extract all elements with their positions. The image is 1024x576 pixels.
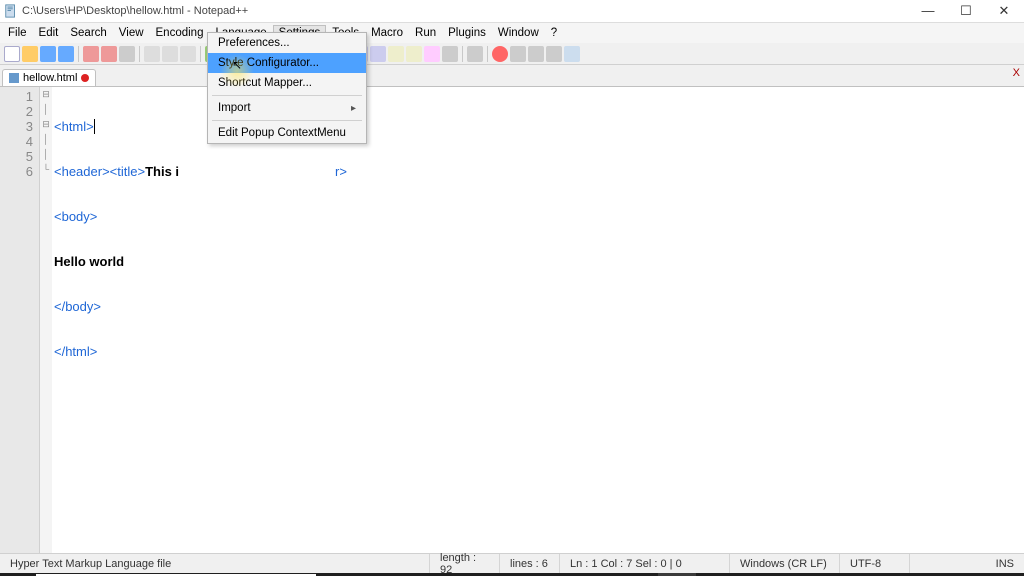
copy-icon[interactable]	[162, 46, 178, 62]
close-file-icon[interactable]	[83, 46, 99, 62]
cut-icon[interactable]	[144, 46, 160, 62]
open-icon[interactable]	[22, 46, 38, 62]
settings-dropdown: Preferences... Style Configurator... Sho…	[207, 32, 367, 144]
map-icon[interactable]	[442, 46, 458, 62]
status-lines: lines : 6	[500, 554, 560, 573]
monitor-icon[interactable]	[467, 46, 483, 62]
submenu-arrow-icon: ▸	[351, 103, 356, 114]
toolbar-separator	[487, 46, 488, 62]
statusbar: Hyper Text Markup Language file length :…	[0, 553, 1024, 573]
toolbar-separator	[78, 46, 79, 62]
menu-encoding[interactable]: Encoding	[150, 25, 210, 41]
menu-edit-contextmenu[interactable]: Edit Popup ContextMenu	[208, 123, 366, 143]
status-position: Ln : 1 Col : 7 Sel : 0 | 0	[560, 554, 730, 573]
new-icon[interactable]	[4, 46, 20, 62]
save-icon[interactable]	[40, 46, 56, 62]
code-area[interactable]: <html> <header><title>This ixxxxxxxxxxxx…	[52, 87, 1024, 553]
file-type-icon	[9, 73, 19, 83]
menubar: File Edit Search View Encoding Language …	[0, 23, 1024, 43]
indent-icon[interactable]	[370, 46, 386, 62]
window-title: C:\Users\HP\Desktop\hellow.html - Notepa…	[22, 5, 918, 17]
menu-separator	[212, 95, 362, 96]
status-filetype: Hyper Text Markup Language file	[0, 554, 430, 573]
menu-plugins[interactable]: Plugins	[442, 25, 492, 41]
doc-icon[interactable]	[406, 46, 422, 62]
paste-icon[interactable]	[180, 46, 196, 62]
toolbar-separator	[200, 46, 201, 62]
toolbar-separator	[462, 46, 463, 62]
tabbar-close-icon[interactable]: X	[1013, 67, 1020, 79]
file-tab[interactable]: hellow.html	[2, 69, 96, 86]
status-length: length : 92	[430, 554, 500, 573]
fold-column[interactable]: ⊟│⊟││└	[40, 87, 52, 553]
status-encoding: UTF-8	[840, 554, 910, 573]
maximize-button[interactable]: ☐	[956, 3, 976, 19]
savemacro-icon[interactable]	[564, 46, 580, 62]
save-all-icon[interactable]	[58, 46, 74, 62]
editor[interactable]: 123456 ⊟│⊟││└ <html> <header><title>This…	[0, 87, 1024, 553]
menu-help[interactable]: ?	[545, 25, 563, 41]
tabbar: hellow.html X	[0, 65, 1024, 87]
menu-edit[interactable]: Edit	[33, 25, 65, 41]
folder-icon[interactable]	[388, 46, 404, 62]
toolbar	[0, 43, 1024, 65]
menu-file[interactable]: File	[2, 25, 33, 41]
menu-preferences[interactable]: Preferences...	[208, 33, 366, 53]
close-button[interactable]: ✕	[994, 3, 1014, 19]
funclist-icon[interactable]	[424, 46, 440, 62]
print-icon[interactable]	[119, 46, 135, 62]
menu-shortcut-mapper[interactable]: Shortcut Mapper...	[208, 73, 366, 93]
menu-search[interactable]: Search	[64, 25, 112, 41]
tab-label: hellow.html	[23, 72, 77, 84]
playmulti-icon[interactable]	[546, 46, 562, 62]
menu-separator	[212, 120, 362, 121]
line-gutter: 123456	[0, 87, 40, 553]
status-eol: Windows (CR LF)	[730, 554, 840, 573]
app-icon	[4, 4, 18, 18]
menu-style-configurator[interactable]: Style Configurator...	[208, 53, 366, 73]
window-buttons: — ☐ ✕	[918, 3, 1020, 19]
menu-window[interactable]: Window	[492, 25, 545, 41]
play-icon[interactable]	[528, 46, 544, 62]
menu-macro[interactable]: Macro	[365, 25, 409, 41]
close-all-icon[interactable]	[101, 46, 117, 62]
minimize-button[interactable]: —	[918, 3, 938, 19]
status-mode: INS	[910, 554, 1024, 573]
toolbar-separator	[139, 46, 140, 62]
stop-icon[interactable]	[510, 46, 526, 62]
menu-run[interactable]: Run	[409, 25, 442, 41]
menu-view[interactable]: View	[113, 25, 150, 41]
record-icon[interactable]	[492, 46, 508, 62]
unsaved-indicator-icon	[81, 74, 89, 82]
window-titlebar: C:\Users\HP\Desktop\hellow.html - Notepa…	[0, 0, 1024, 23]
menu-import[interactable]: Import▸	[208, 98, 366, 118]
